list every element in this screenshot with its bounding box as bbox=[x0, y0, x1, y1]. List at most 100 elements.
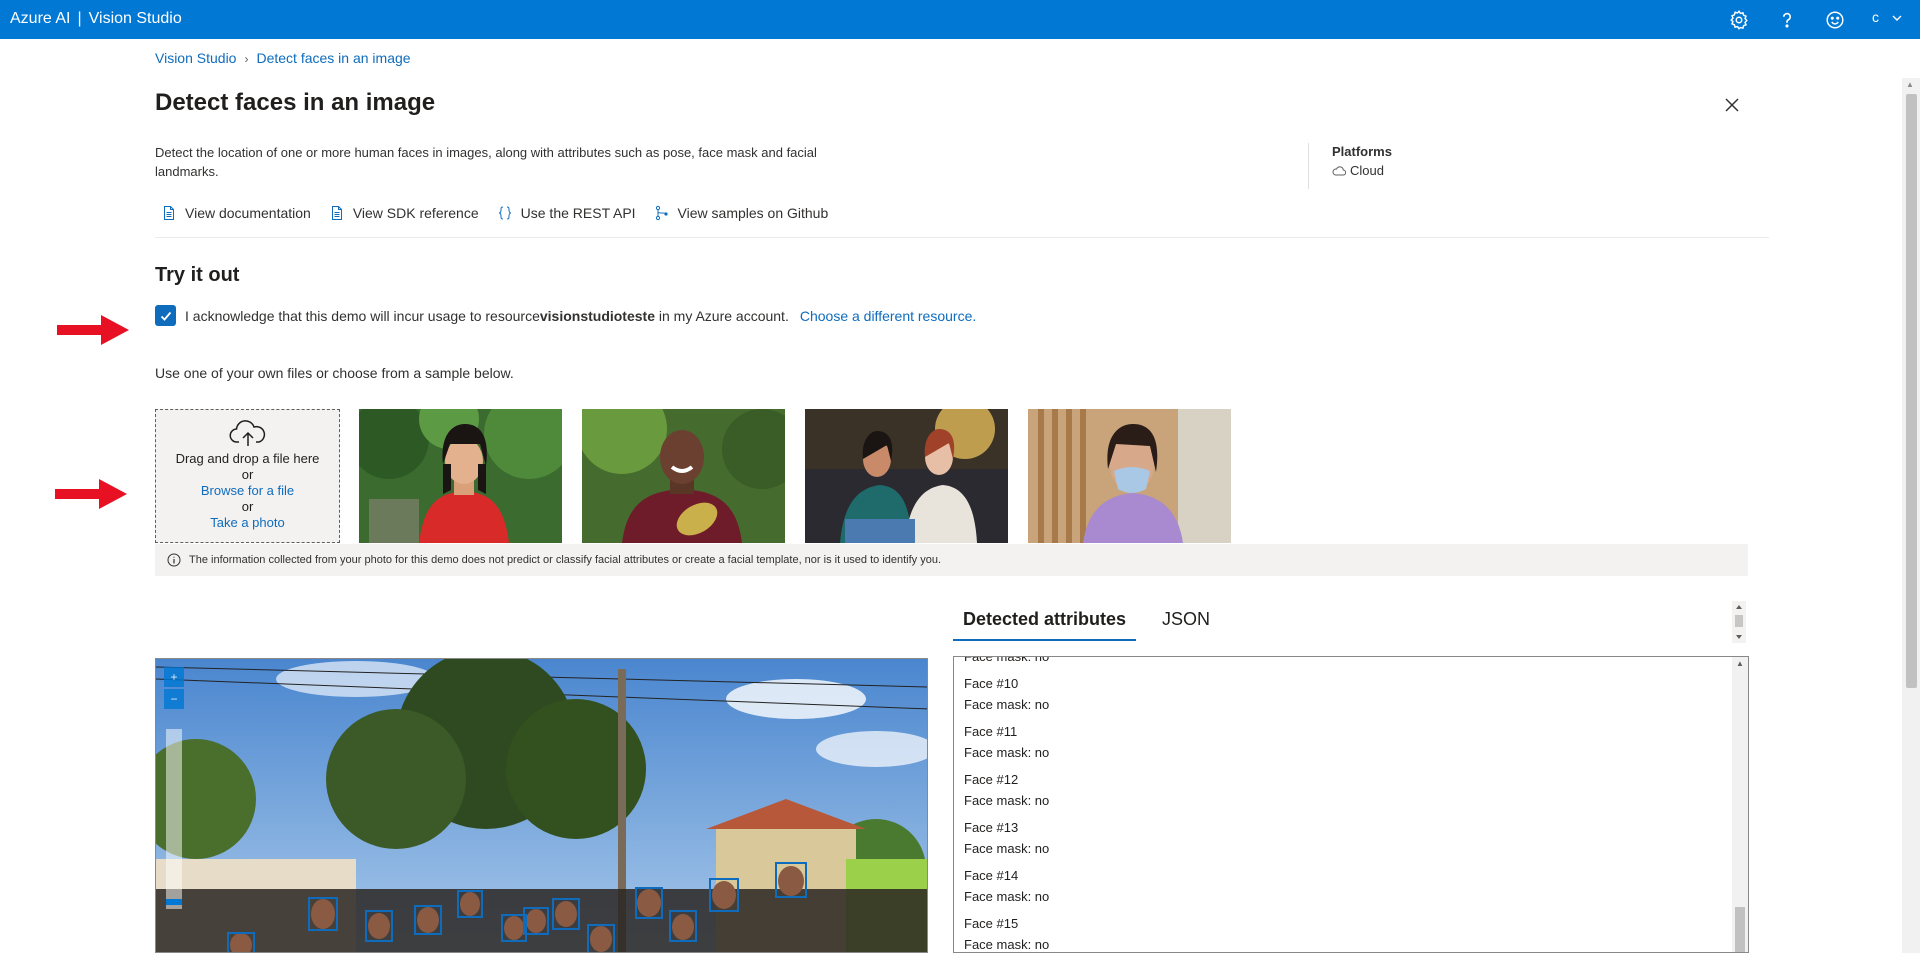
braces-icon bbox=[498, 206, 511, 220]
view-documentation-link[interactable]: View documentation bbox=[161, 205, 311, 221]
face-mask-value: Face mask: no bbox=[964, 656, 1050, 664]
choose-different-resource-link[interactable]: Choose a different resource. bbox=[800, 308, 976, 324]
platforms-section: Platforms Cloud bbox=[1332, 144, 1392, 178]
face-mask-value: Face mask: no bbox=[964, 937, 1050, 952]
red-arrow-icon bbox=[57, 315, 129, 345]
platform-value: Cloud bbox=[1350, 163, 1384, 178]
list-item: Face mask: no bbox=[954, 656, 1050, 667]
face-title: Face #14 bbox=[964, 868, 1019, 883]
rest-api-link[interactable]: Use the REST API bbox=[497, 205, 636, 221]
red-arrow-icon bbox=[55, 479, 127, 509]
user-menu[interactable]: c bbox=[1872, 9, 1903, 25]
ack-resource-name: visionstudioteste bbox=[539, 307, 655, 324]
sample-image-3[interactable] bbox=[805, 409, 1008, 543]
info-icon bbox=[167, 553, 181, 567]
face-title: Face #10 bbox=[964, 676, 1019, 691]
gear-icon[interactable] bbox=[1728, 9, 1750, 31]
tab-detected-attributes[interactable]: Detected attributes bbox=[953, 609, 1137, 641]
face-title: Face #11 bbox=[964, 724, 1018, 739]
privacy-info-bar: The information collected from your phot… bbox=[155, 544, 1748, 576]
tabs-scroll-control[interactable] bbox=[1732, 601, 1746, 643]
face-results-list: Face mask: no Face #10 Face mask: no Fac… bbox=[954, 656, 1050, 952]
section-divider bbox=[155, 237, 1769, 238]
page-title: Detect faces in an image bbox=[155, 89, 436, 116]
product-name: Vision Studio bbox=[88, 10, 182, 27]
platform-cloud: Cloud bbox=[1332, 163, 1392, 178]
breadcrumb-vision-studio[interactable]: Vision Studio bbox=[155, 50, 236, 66]
ack-prefix: I acknowledge that this demo will incur … bbox=[185, 307, 540, 324]
zoom-slider-handle[interactable] bbox=[166, 899, 182, 905]
page-description: Detect the location of one or more human… bbox=[155, 145, 817, 179]
brand-name: Azure AI bbox=[10, 10, 71, 27]
results-scrollbar[interactable]: ▲ bbox=[1732, 657, 1748, 952]
or-text: or bbox=[241, 499, 254, 514]
close-icon[interactable] bbox=[1722, 95, 1742, 115]
acknowledge-row: I acknowledge that this demo will incur … bbox=[155, 305, 976, 326]
scroll-up-arrow-icon[interactable]: ▲ bbox=[1736, 659, 1744, 668]
zoom-out-icon[interactable]: − bbox=[164, 689, 184, 709]
cloud-upload-icon bbox=[229, 420, 265, 446]
doc-link-label: View samples on Github bbox=[677, 205, 829, 221]
group-photo bbox=[156, 659, 927, 952]
ack-suffix: in my Azure account. bbox=[655, 307, 789, 324]
zoom-in-icon[interactable]: + bbox=[164, 667, 184, 687]
file-dropzone[interactable]: Drag and drop a file here or Browse for … bbox=[155, 409, 340, 543]
sample-image-1[interactable] bbox=[359, 409, 562, 543]
drag-drop-text: Drag and drop a file here bbox=[175, 451, 320, 466]
face-title: Face #12 bbox=[964, 772, 1019, 787]
sample-image-2[interactable] bbox=[582, 409, 785, 543]
list-item: Face #13 Face mask: no bbox=[954, 817, 1049, 859]
tab-json[interactable]: JSON bbox=[1162, 609, 1220, 641]
analyzed-photo[interactable]: + − bbox=[155, 658, 928, 953]
use-own-files-text: Use one of your own files or choose from… bbox=[155, 365, 514, 381]
chevron-right-icon: › bbox=[244, 52, 249, 66]
brand-separator: | bbox=[77, 10, 82, 27]
doc-link-label: View SDK reference bbox=[352, 205, 479, 221]
vertical-divider bbox=[1308, 143, 1309, 189]
main-content: Vision Studio › Detect faces in an image D… bbox=[0, 39, 1900, 953]
breadcrumb: Vision Studio › Detect faces in an image bbox=[155, 50, 411, 66]
github-samples-link[interactable]: View samples on Github bbox=[654, 205, 829, 221]
top-bar: Azure AI | Vision Studio c bbox=[0, 0, 1920, 39]
branch-icon bbox=[655, 205, 668, 221]
privacy-info-text: The information collected from your phot… bbox=[189, 554, 942, 566]
app-brand[interactable]: Azure AI | Vision Studio bbox=[10, 10, 182, 28]
document-icon bbox=[331, 206, 342, 220]
list-item: Face #10 Face mask: no bbox=[954, 673, 1049, 715]
help-icon[interactable] bbox=[1776, 9, 1798, 31]
breadcrumb-current[interactable]: Detect faces in an image bbox=[256, 50, 410, 66]
platforms-label: Platforms bbox=[1332, 144, 1392, 159]
cloud-icon bbox=[1332, 165, 1346, 175]
results-tabs: Detected attributes JSON bbox=[953, 609, 1220, 641]
view-sdk-reference-link[interactable]: View SDK reference bbox=[329, 205, 479, 221]
face-mask-value: Face mask: no bbox=[964, 793, 1050, 808]
sample-image-4[interactable] bbox=[1028, 409, 1231, 543]
list-item: Face #12 Face mask: no bbox=[954, 769, 1049, 811]
try-it-heading: Try it out bbox=[155, 264, 240, 286]
doc-links: View documentation View SDK reference Us… bbox=[161, 205, 828, 221]
checkmark-icon bbox=[160, 311, 171, 321]
browse-file-link[interactable]: Browse for a file bbox=[201, 483, 294, 498]
doc-link-label: Use the REST API bbox=[520, 205, 636, 221]
scrollbar-thumb[interactable] bbox=[1735, 907, 1745, 952]
list-item: Face #11 Face mask: no bbox=[954, 721, 1049, 763]
face-mask-value: Face mask: no bbox=[964, 745, 1050, 760]
scroll-up-arrow-icon[interactable]: ▲ bbox=[1906, 80, 1914, 89]
face-title: Face #13 bbox=[964, 820, 1019, 835]
user-initial: c bbox=[1872, 9, 1879, 25]
face-mask-value: Face mask: no bbox=[964, 889, 1050, 904]
or-text: or bbox=[241, 467, 254, 482]
document-icon bbox=[164, 206, 174, 220]
feedback-smiley-icon[interactable] bbox=[1824, 9, 1846, 31]
scrollbar-thumb[interactable] bbox=[1906, 94, 1917, 688]
zoom-slider[interactable] bbox=[166, 729, 182, 909]
zoom-controls: + − bbox=[164, 667, 184, 711]
detected-attributes-panel[interactable]: Face mask: no Face #10 Face mask: no Fac… bbox=[953, 656, 1749, 953]
page-scrollbar[interactable]: ▲ bbox=[1902, 78, 1920, 953]
doc-link-label: View documentation bbox=[185, 205, 311, 221]
face-mask-value: Face mask: no bbox=[964, 841, 1050, 856]
acknowledge-checkbox[interactable] bbox=[155, 305, 176, 326]
face-mask-value: Face mask: no bbox=[964, 697, 1050, 712]
take-photo-link[interactable]: Take a photo bbox=[210, 515, 284, 530]
chevron-down-icon bbox=[1892, 15, 1902, 22]
